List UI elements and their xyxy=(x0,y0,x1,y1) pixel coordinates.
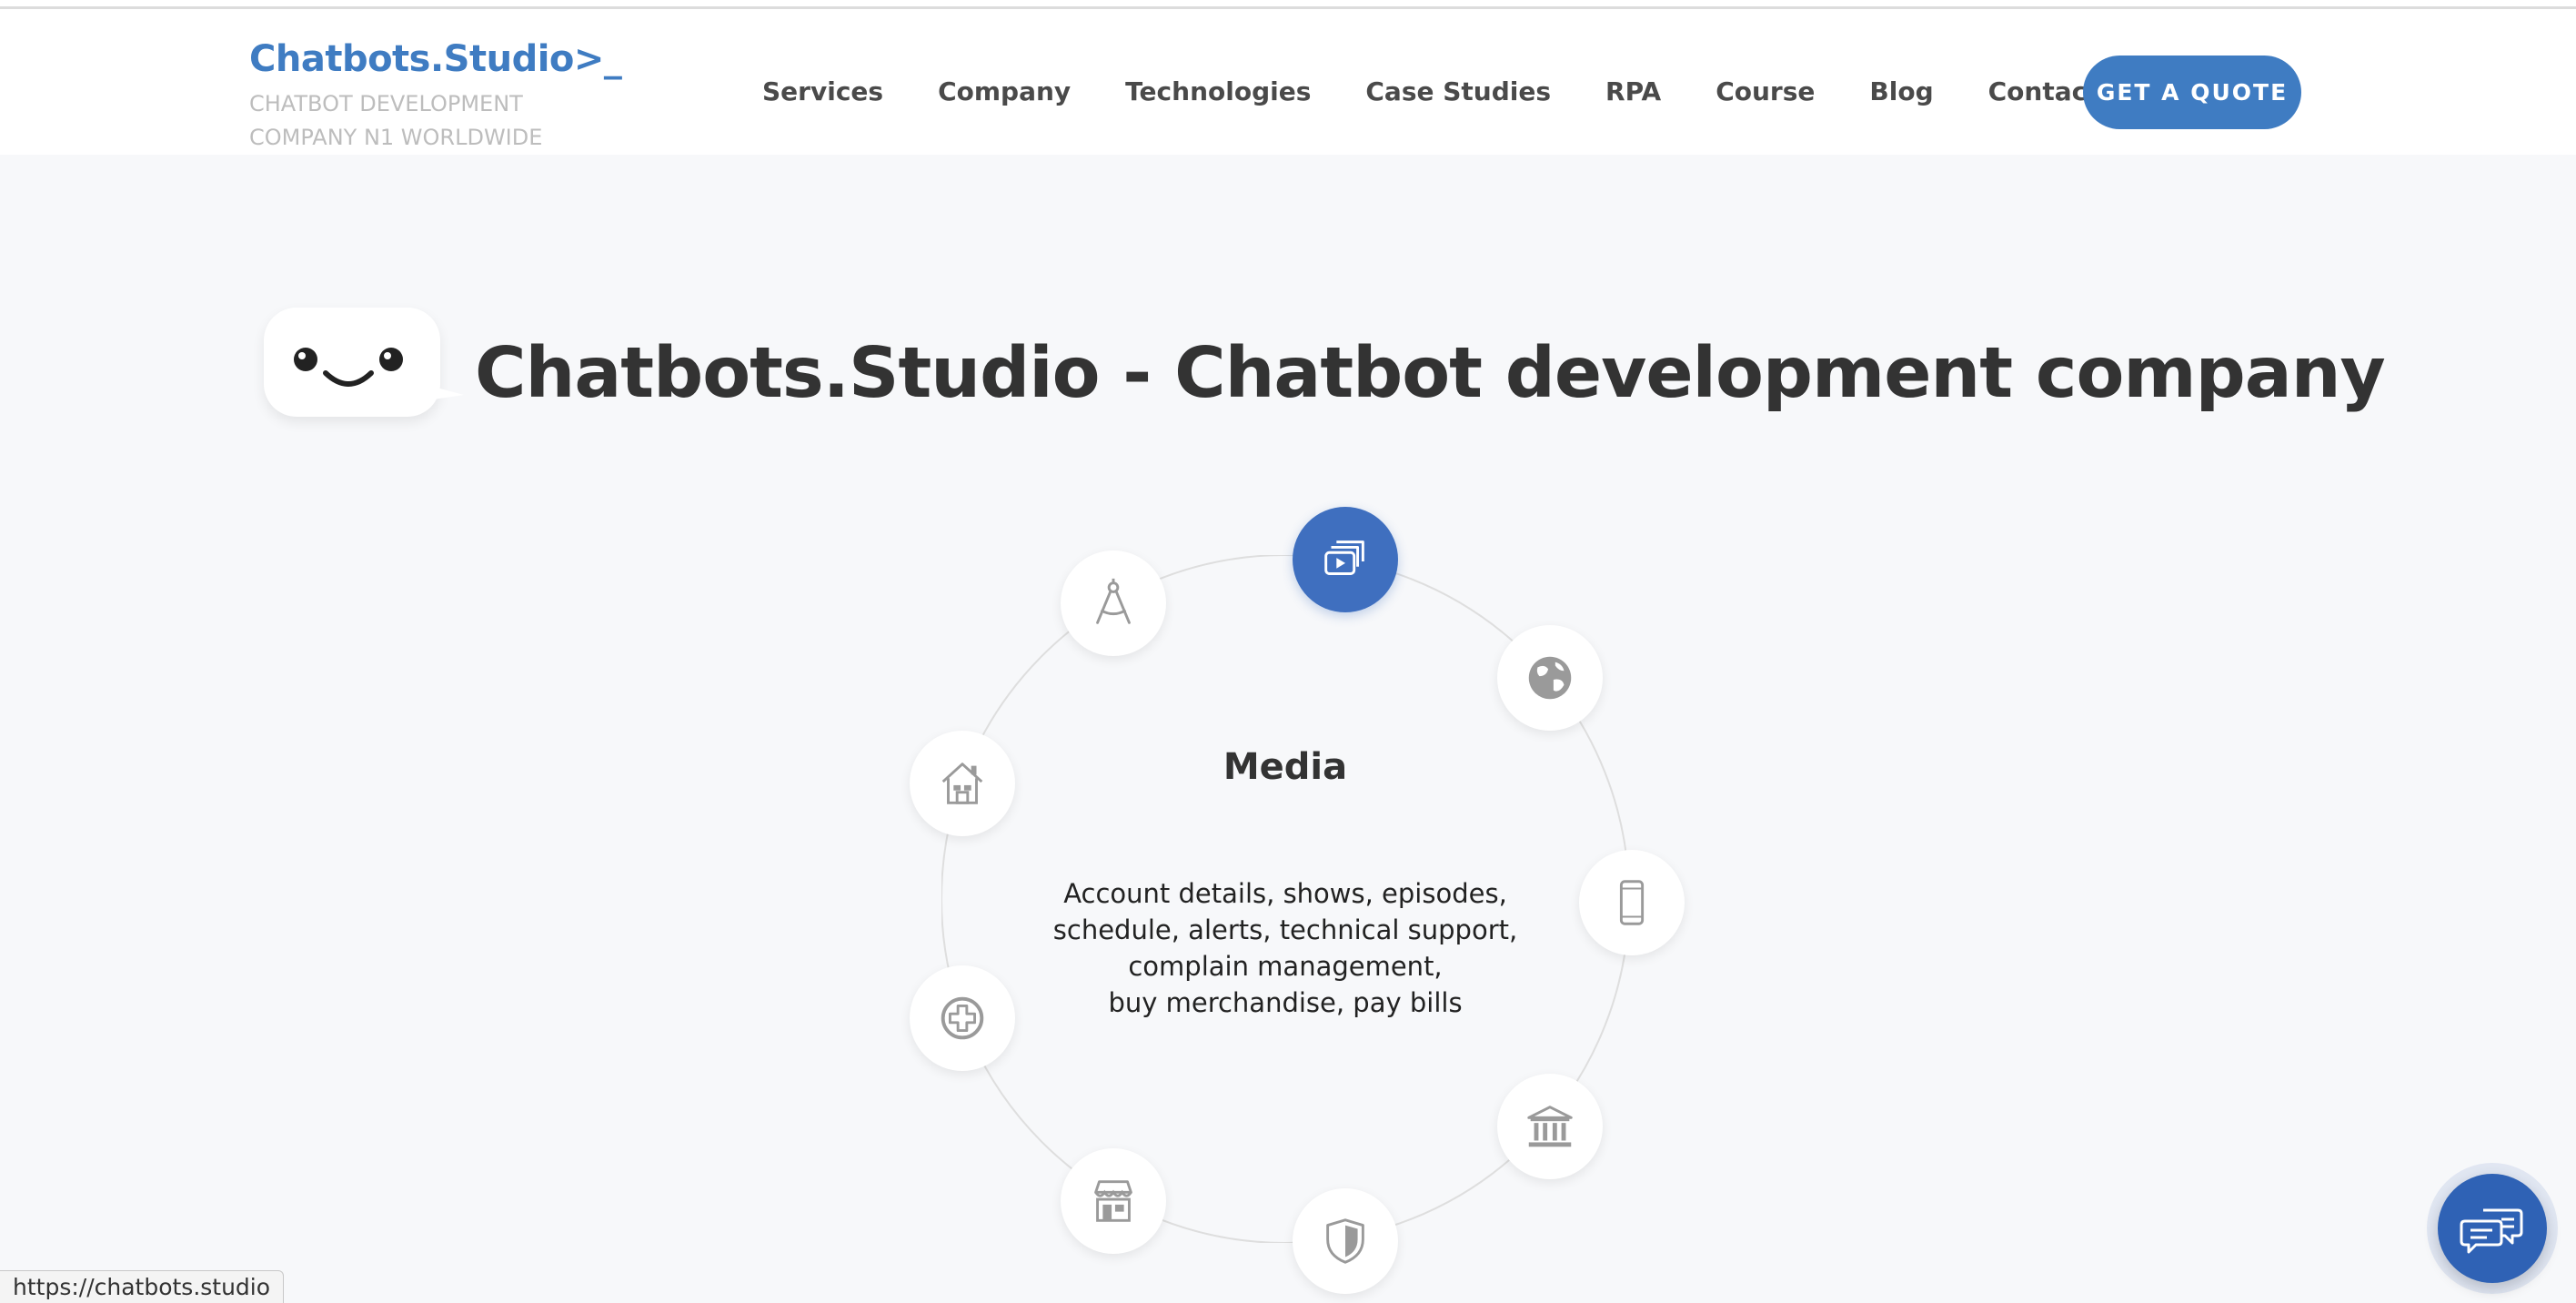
industry-retail-node[interactable] xyxy=(1061,1148,1166,1254)
shield-icon xyxy=(1326,1218,1364,1264)
main-nav: Services Company Technologies Case Studi… xyxy=(762,76,2168,106)
media-icon xyxy=(1324,540,1364,575)
bank-icon xyxy=(1527,1106,1573,1147)
nav-company[interactable]: Company xyxy=(938,76,1071,106)
browser-status-url: https://chatbots.studio xyxy=(0,1270,285,1303)
industry-healthcare-node[interactable] xyxy=(910,965,1015,1071)
medical-icon xyxy=(941,996,984,1040)
browser-top-line xyxy=(0,0,2576,9)
site-tagline: CHATBOT DEVELOPMENT COMPANY N1 WORLDWIDE xyxy=(249,87,542,155)
nav-services[interactable]: Services xyxy=(762,76,883,106)
chat-widget-button[interactable] xyxy=(2438,1174,2547,1283)
industry-banking-node[interactable] xyxy=(1497,1074,1603,1179)
nav-rpa[interactable]: RPA xyxy=(1605,76,1661,106)
bubble-tail-icon xyxy=(428,368,464,400)
nav-technologies[interactable]: Technologies xyxy=(1125,76,1311,106)
nav-case-studies[interactable]: Case Studies xyxy=(1365,76,1551,106)
compass-icon xyxy=(1096,578,1131,624)
mascot-face-icon xyxy=(294,348,403,387)
industry-telecom-node[interactable] xyxy=(1579,850,1685,955)
nav-course[interactable]: Course xyxy=(1716,76,1815,106)
site-logo[interactable]: Chatbots.Studio>_ xyxy=(249,38,622,80)
mascot-bubble-icon xyxy=(264,308,440,417)
globe-icon xyxy=(1528,656,1572,700)
store-icon xyxy=(1094,1180,1132,1222)
real-estate-icon xyxy=(941,763,983,804)
industry-real-estate-node[interactable] xyxy=(910,731,1015,836)
industry-travel-node[interactable] xyxy=(1497,625,1603,731)
tagline-line-1: CHATBOT DEVELOPMENT xyxy=(249,91,523,116)
industry-engineering-node[interactable] xyxy=(1061,550,1166,656)
smartphone-icon xyxy=(1619,880,1645,925)
industry-insurance-node[interactable] xyxy=(1293,1188,1398,1294)
site-header: Chatbots.Studio>_ CHATBOT DEVELOPMENT CO… xyxy=(0,9,2576,155)
industry-media-node[interactable] xyxy=(1293,507,1398,612)
tagline-line-2: COMPANY N1 WORLDWIDE xyxy=(249,125,543,150)
page-title: Chatbots.Studio - Chatbot development co… xyxy=(475,333,2386,414)
chat-bubbles-icon xyxy=(2460,1208,2523,1254)
industry-description: Account details, shows, episodes, schedu… xyxy=(1052,878,1518,1018)
industry-title: Media xyxy=(1223,746,1348,788)
nav-blog[interactable]: Blog xyxy=(1869,76,1933,106)
get-a-quote-button[interactable]: GET A QUOTE xyxy=(2083,56,2301,129)
